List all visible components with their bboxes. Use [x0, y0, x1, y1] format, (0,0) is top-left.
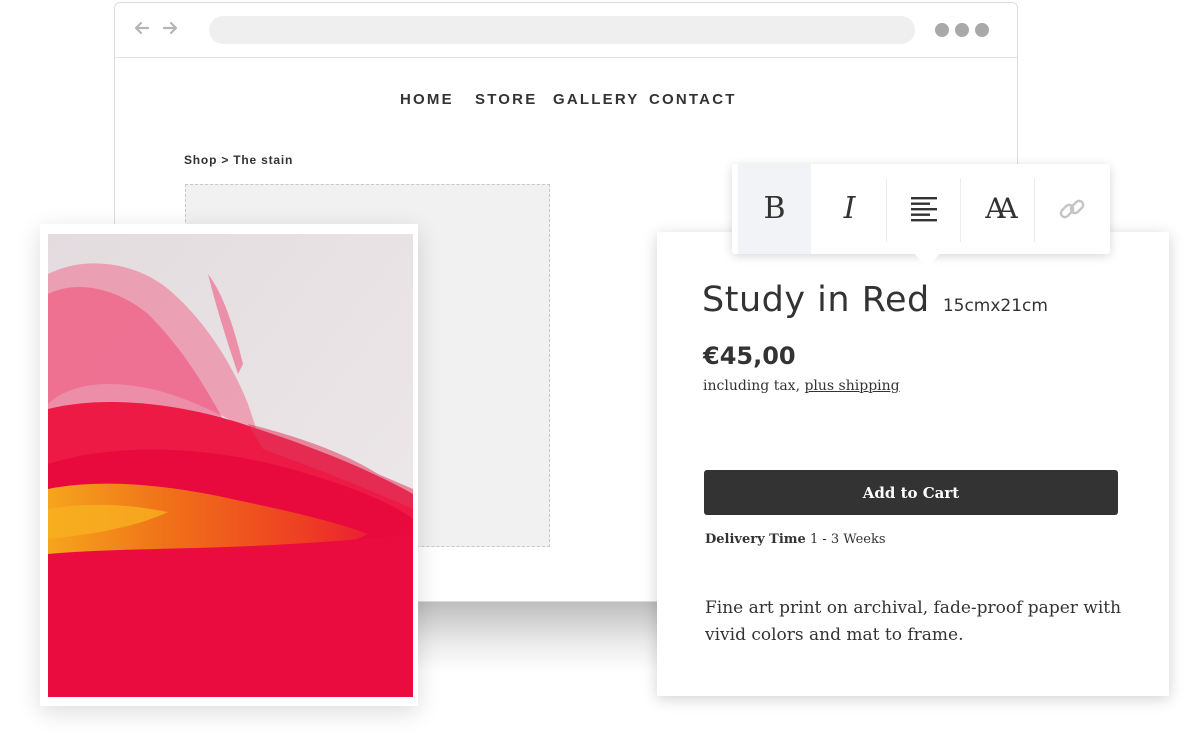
browser-shadow	[414, 602, 660, 672]
arrow-left-icon-svg	[134, 21, 150, 35]
nav-item-gallery[interactable]: GALLERY	[553, 91, 640, 108]
italic-icon: I	[843, 191, 856, 226]
product-title[interactable]: Study in Red	[702, 280, 930, 320]
product-description[interactable]: Fine art print on archival, fade-proof p…	[705, 595, 1145, 649]
more-dots-icon[interactable]	[935, 23, 989, 37]
site-nav: HOME STORE GALLERY CONTACT	[115, 91, 1017, 115]
link-icon	[1059, 199, 1084, 219]
browser-toolbar	[115, 3, 1017, 58]
dot	[955, 23, 969, 37]
arrow-right-icon[interactable]	[159, 17, 181, 39]
toolbar-pointer	[913, 252, 941, 268]
stage: HOME STORE GALLERY CONTACT Shop > The st…	[0, 0, 1186, 752]
product-size: 15cmx21cm	[942, 296, 1048, 316]
nav-item-store[interactable]: STORE	[475, 91, 537, 108]
font-size-icon: AA	[985, 192, 1018, 225]
shipping-link[interactable]: plus shipping	[804, 378, 899, 394]
dot	[935, 23, 949, 37]
align-left-button[interactable]	[887, 164, 960, 254]
url-bar[interactable]	[209, 16, 915, 44]
artwork-image	[48, 234, 413, 697]
nav-item-contact[interactable]: CONTACT	[649, 91, 737, 108]
dot	[975, 23, 989, 37]
tax-line: including tax, plus shipping	[703, 378, 900, 394]
nav-item-home[interactable]: HOME	[400, 91, 454, 108]
formatting-toolbar: B I AA	[732, 164, 1110, 254]
bold-icon: B	[763, 191, 786, 226]
arrow-right-icon-svg	[162, 21, 178, 35]
delivery-label: Delivery Time	[705, 532, 806, 547]
painting-svg	[48, 234, 413, 697]
font-size-button[interactable]: AA	[961, 164, 1034, 254]
breadcrumb[interactable]: Shop > The stain	[184, 153, 293, 167]
delivery-value: 1 - 3 Weeks	[805, 532, 886, 547]
paint-red-lower	[48, 534, 413, 697]
arrow-left-icon[interactable]	[131, 17, 153, 39]
artwork-card	[40, 224, 418, 706]
product-title-row: Study in Red 15cmx21cm	[702, 280, 1048, 320]
link-button[interactable]	[1035, 164, 1108, 254]
align-left-icon	[910, 197, 937, 222]
italic-button[interactable]: I	[813, 164, 886, 254]
delivery-time: Delivery Time 1 - 3 Weeks	[705, 532, 886, 547]
product-card: Study in Red 15cmx21cm €45,00 including …	[657, 232, 1169, 696]
tax-text: including tax,	[703, 378, 805, 394]
bold-button[interactable]: B	[738, 164, 811, 254]
product-price: €45,00	[703, 342, 796, 370]
add-to-cart-button[interactable]: Add to Cart	[704, 470, 1118, 515]
